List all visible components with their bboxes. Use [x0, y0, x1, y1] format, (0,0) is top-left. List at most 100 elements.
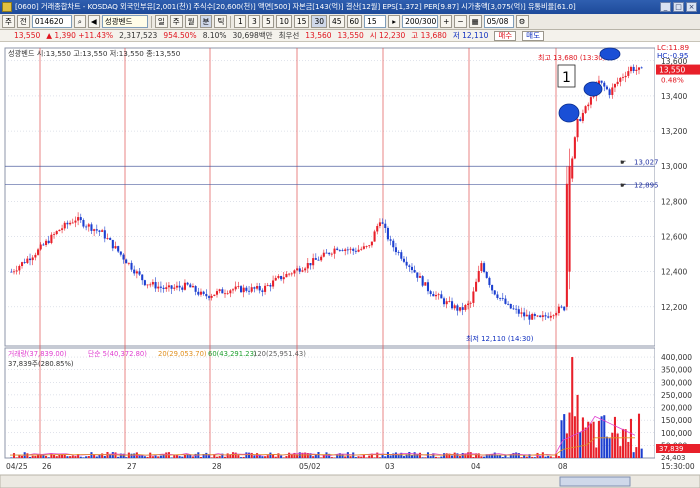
zoom-out-icon[interactable]: −	[454, 15, 467, 28]
candle-body	[173, 287, 176, 289]
interval-30-button[interactable]: 30	[311, 15, 327, 28]
volume-bar	[480, 456, 483, 458]
price-tick-label: 12,400	[661, 268, 687, 277]
next-arrow-icon[interactable]: ▸	[388, 15, 401, 28]
price-tick-label: 12,200	[661, 303, 687, 312]
date-tick-label: 05/02	[299, 462, 321, 471]
candle-body	[344, 249, 347, 251]
candle-body	[47, 240, 50, 244]
candle-body	[552, 315, 555, 317]
candle-body	[114, 246, 117, 249]
candle-body	[328, 252, 331, 255]
volume-bar	[619, 446, 622, 458]
candle-body	[354, 250, 357, 252]
interval-60-button[interactable]: 60	[346, 15, 363, 28]
volume-bar	[15, 457, 18, 458]
interval-3-button[interactable]: 3	[248, 15, 261, 28]
candle-body	[37, 249, 40, 255]
maximize-button[interactable]: □	[673, 2, 684, 12]
interval-day-button[interactable]: 일	[154, 15, 168, 28]
trade-amount: 30,698백만	[232, 31, 273, 40]
volume-bar	[229, 454, 232, 458]
candle-body	[229, 290, 232, 294]
candle-body	[640, 67, 643, 69]
interval-week-button[interactable]: 주	[169, 15, 183, 28]
interval-count-input[interactable]: 15	[364, 15, 387, 28]
volume-bar	[560, 420, 563, 458]
period-type-select[interactable]: 주	[2, 15, 15, 28]
volume-bar	[627, 441, 630, 458]
sell-button[interactable]: 매도	[522, 30, 544, 41]
interval-10-button[interactable]: 10	[276, 15, 292, 28]
volume-bar	[71, 455, 74, 458]
date-input[interactable]: 05/08	[483, 15, 514, 28]
volume-bar	[472, 456, 475, 458]
candle-body	[434, 294, 438, 297]
volume-bar	[117, 456, 120, 458]
interval-minute-button[interactable]: 분	[199, 15, 213, 28]
volume-legend-entry: 120(25,951.43)	[253, 350, 306, 358]
candle-body	[28, 258, 32, 261]
candle-body	[437, 294, 440, 296]
window-title: [0600] 거래종합차트 - KOSDAQ 외국인부유[2,001(천)] 주…	[15, 2, 576, 11]
minimize-button[interactable]: _	[660, 2, 671, 12]
candle-body	[210, 295, 213, 298]
volume-bar	[178, 456, 181, 458]
buy-button[interactable]: 매수	[494, 30, 517, 41]
volume-bar	[525, 456, 528, 458]
candle-body	[109, 238, 112, 240]
current-price-percent: 0.48%	[661, 76, 684, 85]
chart-window: [0600] 거래종합차트 - KOSDAQ 외국인부유[2,001(천)] 주…	[0, 0, 700, 488]
interval-45-button[interactable]: 45	[328, 15, 345, 28]
volume-tick-label: 100,000	[661, 429, 692, 438]
close-button[interactable]: ×	[686, 2, 697, 12]
prev-arrow-icon[interactable]: ◀	[87, 15, 100, 28]
interval-15-button[interactable]: 15	[293, 15, 310, 28]
calendar-icon[interactable]: ▦	[468, 15, 482, 28]
period-select[interactable]: 전	[16, 15, 30, 28]
candle-body	[394, 247, 397, 253]
volume-tick-label: 250,000	[661, 391, 692, 400]
candle-body	[154, 282, 157, 289]
volume-bar	[85, 456, 88, 458]
stock-name-field[interactable]: 성광벤드	[101, 15, 148, 28]
candle-body	[290, 273, 293, 275]
stock-code-input[interactable]: 014620	[31, 15, 72, 28]
candle-body	[304, 268, 307, 271]
candle-body	[143, 280, 146, 286]
candle-body	[159, 286, 162, 288]
candle-body	[418, 276, 422, 278]
chart-area[interactable]: 13,60013,40013,20013,00012,80012,60012,4…	[0, 42, 700, 488]
date-tick-label: 04/25	[6, 462, 28, 471]
candle-body	[194, 286, 197, 292]
reference-line-label: 13,027	[634, 158, 659, 166]
candle-body	[488, 277, 491, 286]
volume-bar	[499, 455, 502, 458]
candle-body	[165, 287, 168, 289]
candle-body	[306, 263, 309, 269]
volume-bar	[501, 457, 504, 458]
volume-bar	[360, 456, 363, 458]
candle-body	[58, 229, 61, 232]
zoom-in-icon[interactable]: +	[440, 15, 453, 28]
interval-1-button[interactable]: 1	[234, 15, 247, 28]
interval-month-button[interactable]: 월	[184, 15, 198, 28]
range-input[interactable]: 200/300	[402, 15, 439, 28]
volume-bar	[253, 455, 256, 458]
candle-body	[45, 240, 48, 246]
settings-icon[interactable]: ⚙	[515, 15, 529, 28]
volume-bar	[333, 457, 336, 458]
volume-bar	[261, 456, 264, 458]
candle-body	[189, 284, 192, 288]
candle-body	[603, 82, 606, 87]
volume-bar	[584, 427, 587, 458]
volume-bar	[629, 418, 633, 458]
interval-5-button[interactable]: 5	[262, 15, 275, 28]
volume-bar	[69, 456, 72, 458]
interval-tick-button[interactable]: 틱	[214, 15, 228, 28]
volume-bar	[605, 436, 608, 458]
volume-bar	[26, 453, 29, 458]
low-price-annotation: 최저 12,110 (14:30)	[466, 334, 534, 343]
candle-body	[202, 291, 205, 294]
search-icon[interactable]: ⌕	[73, 15, 86, 28]
